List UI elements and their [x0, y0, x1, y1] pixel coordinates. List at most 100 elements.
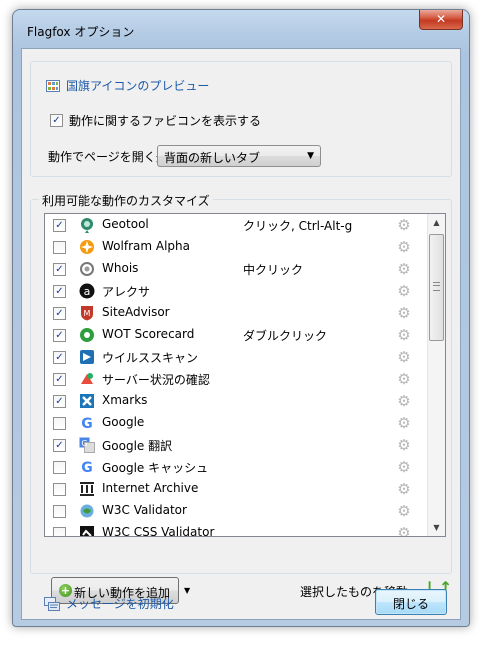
- action-name: W3C Validator: [102, 503, 187, 517]
- reset-messages-icon: [44, 596, 60, 611]
- list-item[interactable]: ✓ G Google 翻訳 ⚙: [45, 434, 428, 456]
- gear-icon[interactable]: ⚙: [396, 217, 412, 233]
- list-item[interactable]: ✓ Geotool クリック, Ctrl-Alt-g ⚙: [45, 214, 428, 236]
- action-checkbox[interactable]: [53, 483, 66, 496]
- gear-icon[interactable]: ⚙: [396, 327, 412, 343]
- scrollbar-thumb[interactable]: [429, 234, 444, 341]
- preview-grid-icon: [46, 79, 60, 92]
- window-close-button[interactable]: ✕: [419, 10, 463, 30]
- list-item[interactable]: ✓ M SiteAdvisor ⚙: [45, 302, 428, 324]
- gear-icon[interactable]: ⚙: [396, 481, 412, 497]
- show-favicons-label: 動作に関するファビコンを表示する: [69, 114, 262, 128]
- gear-icon[interactable]: ⚙: [396, 525, 412, 536]
- preview-link-label: 国旗アイコンのプレビュー: [66, 79, 210, 93]
- actions-list-scrollbar[interactable]: ▲ ▼: [427, 214, 445, 536]
- close-button-label: 閉じる: [392, 597, 429, 611]
- svg-text:G: G: [81, 416, 93, 431]
- action-checkbox[interactable]: [53, 505, 66, 518]
- action-checkbox[interactable]: ✓: [53, 329, 66, 342]
- action-name: Internet Archive: [102, 481, 199, 495]
- action-name: Wolfram Alpha: [102, 239, 190, 253]
- scroll-down-arrow-icon[interactable]: ▼: [428, 519, 445, 536]
- geotool-icon: [79, 217, 95, 233]
- list-item[interactable]: ✓ a アレクサ ⚙: [45, 280, 428, 302]
- wolfram-alpha-icon: [79, 239, 95, 255]
- open-page-label: 動作でページを開く先:: [48, 150, 172, 164]
- action-checkbox[interactable]: ✓: [53, 285, 66, 298]
- action-name: Google キャッシュ: [102, 461, 209, 475]
- reset-messages-label: メッセージを初期化: [66, 597, 174, 611]
- scroll-up-arrow-icon[interactable]: ▲: [428, 214, 445, 231]
- action-checkbox[interactable]: ✓: [53, 263, 66, 276]
- action-checkbox[interactable]: [53, 461, 66, 474]
- scrollbar-grip-icon: [433, 282, 440, 291]
- whois-icon: [79, 261, 95, 277]
- gear-icon[interactable]: ⚙: [396, 393, 412, 409]
- action-checkbox[interactable]: ✓: [53, 395, 66, 408]
- svg-text:G: G: [81, 439, 87, 448]
- open-page-dropdown[interactable]: 背面の新しいタブ ▼: [157, 145, 321, 167]
- svg-text:G: G: [81, 460, 93, 475]
- action-checkbox[interactable]: ✓: [53, 439, 66, 452]
- server-status-icon: [79, 371, 95, 387]
- gear-icon[interactable]: ⚙: [396, 305, 412, 321]
- list-item[interactable]: ✓ WOT Scorecard ダブルクリック ⚙: [45, 324, 428, 346]
- action-checkbox[interactable]: ✓: [53, 373, 66, 386]
- close-button[interactable]: 閉じる: [375, 589, 447, 615]
- list-item[interactable]: W3C Validator ⚙: [45, 500, 428, 522]
- action-name: ウイルススキャン: [102, 351, 199, 365]
- google-cache-icon: G: [79, 459, 95, 476]
- gear-icon[interactable]: ⚙: [396, 415, 412, 431]
- flag-icon-preview-link[interactable]: 国旗アイコンのプレビュー: [46, 77, 209, 94]
- action-name: Google 翻訳: [102, 439, 173, 453]
- gear-icon[interactable]: ⚙: [396, 239, 412, 255]
- show-favicons-option[interactable]: ✓ 動作に関するファビコンを表示する: [50, 112, 261, 129]
- gear-icon[interactable]: ⚙: [396, 503, 412, 519]
- wot-icon: [79, 327, 95, 343]
- title-bar[interactable]: Flagfox オプション ✕: [13, 10, 469, 48]
- action-name: サーバー状況の確認: [102, 373, 210, 387]
- action-name: WOT Scorecard: [102, 327, 195, 341]
- close-icon: ✕: [435, 12, 447, 26]
- action-checkbox[interactable]: [53, 417, 66, 430]
- action-trigger: クリック, Ctrl-Alt-g: [243, 219, 353, 233]
- reset-messages-link[interactable]: メッセージを初期化: [44, 595, 174, 612]
- list-item[interactable]: G Google キャッシュ ⚙: [45, 456, 428, 478]
- action-trigger: 中クリック: [243, 263, 304, 277]
- action-checkbox[interactable]: [53, 241, 66, 254]
- google-icon: G: [79, 415, 95, 432]
- action-checkbox[interactable]: ✓: [53, 351, 66, 364]
- customize-group-label: 利用可能な動作のカスタマイズ: [39, 192, 213, 209]
- list-item[interactable]: ✓ ウイルススキャン ⚙: [45, 346, 428, 368]
- list-item[interactable]: ✓ サーバー状況の確認 ⚙: [45, 368, 428, 390]
- gear-icon[interactable]: ⚙: [396, 261, 412, 277]
- action-name: W3C CSS Validator: [102, 525, 215, 537]
- siteadvisor-icon: M: [79, 305, 95, 321]
- actions-list[interactable]: ✓ Geotool クリック, Ctrl-Alt-g ⚙ Wolfram Alpha ⚙ ✓…: [44, 213, 446, 537]
- list-item[interactable]: Internet Archive ⚙: [45, 478, 428, 500]
- list-item[interactable]: ✓ Xmarks ⚙: [45, 390, 428, 412]
- action-name: Xmarks: [102, 393, 148, 407]
- list-item[interactable]: ✓ Whois 中クリック ⚙: [45, 258, 428, 280]
- list-item[interactable]: G Google ⚙: [45, 412, 428, 434]
- action-checkbox[interactable]: ✓: [53, 307, 66, 320]
- list-item[interactable]: Wolfram Alpha ⚙: [45, 236, 428, 258]
- virus-scan-icon: [79, 349, 95, 365]
- show-favicons-checkbox[interactable]: ✓: [50, 114, 63, 127]
- window-title: Flagfox オプション: [27, 25, 135, 39]
- action-name: Google: [102, 415, 145, 429]
- action-checkbox[interactable]: [53, 527, 66, 536]
- gear-icon[interactable]: ⚙: [396, 349, 412, 365]
- action-trigger: ダブルクリック: [243, 329, 328, 343]
- internet-archive-icon: [79, 481, 95, 497]
- list-item[interactable]: W3C CSS Validator ⚙: [45, 522, 428, 537]
- action-name: Geotool: [102, 217, 149, 231]
- w3c-validator-icon: [79, 503, 95, 519]
- add-action-dropdown-icon[interactable]: ▼: [184, 586, 190, 595]
- gear-icon[interactable]: ⚙: [396, 283, 412, 299]
- gear-icon[interactable]: ⚙: [396, 437, 412, 453]
- gear-icon[interactable]: ⚙: [396, 459, 412, 475]
- xmarks-icon: [79, 393, 95, 409]
- gear-icon[interactable]: ⚙: [396, 371, 412, 387]
- action-checkbox[interactable]: ✓: [53, 219, 66, 232]
